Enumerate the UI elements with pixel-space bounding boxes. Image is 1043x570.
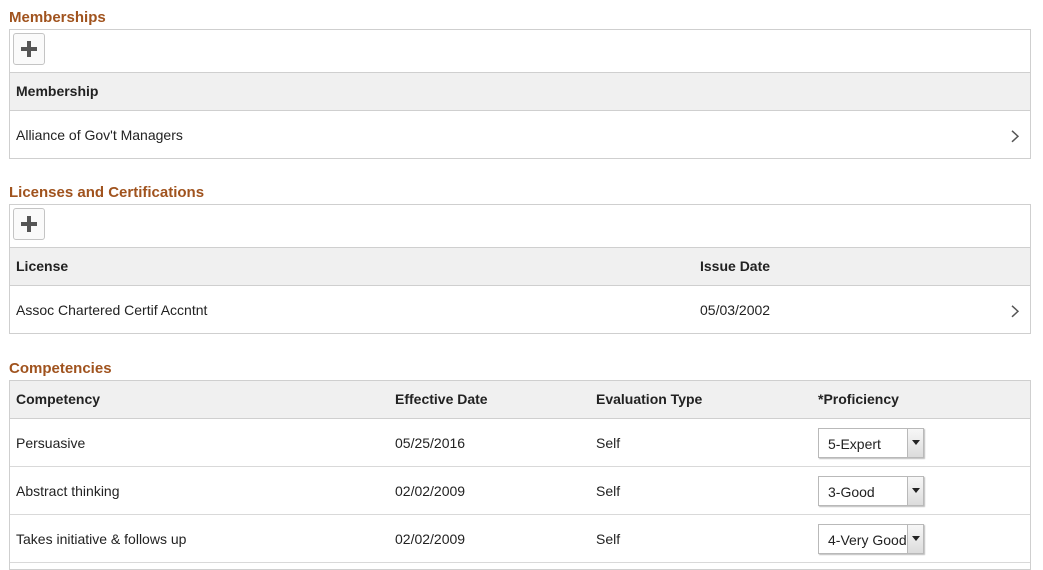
competencies-header-row: Competency Effective Date Evaluation Typ… — [10, 381, 1030, 419]
membership-name: Alliance of Gov't Managers — [16, 126, 183, 143]
proficiency-value: 3-Good — [828, 484, 875, 500]
competency-name: Takes initiative & follows up — [16, 530, 187, 547]
effective-date: 05/25/2016 — [395, 434, 466, 451]
issue-date-column-header: Issue Date — [700, 258, 771, 274]
proficiency-value: 4-Very Good — [828, 532, 907, 548]
competencies-grid: Competency Effective Date Evaluation Typ… — [9, 380, 1031, 570]
license-name: Assoc Chartered Certif Accntnt — [16, 301, 208, 318]
proficiency-value: 5-Expert — [828, 436, 881, 452]
memberships-title: Memberships — [9, 9, 106, 26]
memberships-grid: Membership Alliance of Gov't Managers — [9, 29, 1031, 159]
competencies-title: Competencies — [9, 360, 112, 377]
licenses-header-row: License Issue Date — [10, 248, 1030, 286]
evaluation-type: Self — [596, 434, 621, 451]
memberships-header-row: Membership — [10, 73, 1030, 111]
dropdown-arrow-icon[interactable] — [907, 525, 923, 553]
evaluation-type: Self — [596, 530, 621, 547]
licenses-title: Licenses and Certifications — [9, 184, 205, 201]
proficiency-column-header: *Proficiency — [818, 391, 899, 407]
licenses-toolbar — [10, 205, 1030, 248]
membership-column-header: Membership — [16, 83, 99, 99]
dropdown-arrow-icon[interactable] — [907, 477, 923, 505]
license-issue-date: 05/03/2002 — [700, 301, 771, 318]
plus-icon — [21, 41, 37, 57]
evaluation-type: Self — [596, 482, 621, 499]
effective-date-column-header: Effective Date — [395, 391, 488, 407]
proficiency-select[interactable]: 4-Very Good — [818, 524, 924, 554]
table-row: Takes initiative & follows up 02/02/2009… — [10, 515, 1030, 563]
licenses-grid: License Issue Date Assoc Chartered Certi… — [9, 204, 1031, 334]
competency-name: Abstract thinking — [16, 482, 120, 499]
effective-date: 02/02/2009 — [395, 482, 466, 499]
competency-name: Persuasive — [16, 434, 86, 451]
competency-column-header: Competency — [16, 391, 101, 407]
plus-icon — [21, 216, 37, 232]
memberships-toolbar — [10, 30, 1030, 73]
evaluation-type-column-header: Evaluation Type — [596, 391, 703, 407]
proficiency-select[interactable]: 5-Expert — [818, 428, 924, 458]
dropdown-arrow-icon[interactable] — [907, 429, 923, 457]
add-membership-button[interactable] — [13, 33, 45, 65]
table-row: Persuasive 05/25/2016 Self 5-Expert — [10, 419, 1030, 467]
effective-date: 02/02/2009 — [395, 530, 466, 547]
table-row[interactable]: Assoc Chartered Certif Accntnt 05/03/200… — [10, 286, 1030, 333]
proficiency-select[interactable]: 3-Good — [818, 476, 924, 506]
table-row[interactable]: Alliance of Gov't Managers — [10, 111, 1030, 158]
chevron-right-icon[interactable] — [1011, 129, 1019, 142]
table-row: Abstract thinking 02/02/2009 Self 3-Good — [10, 467, 1030, 515]
license-column-header: License — [16, 258, 69, 274]
add-license-button[interactable] — [13, 208, 45, 240]
chevron-right-icon[interactable] — [1011, 304, 1019, 317]
